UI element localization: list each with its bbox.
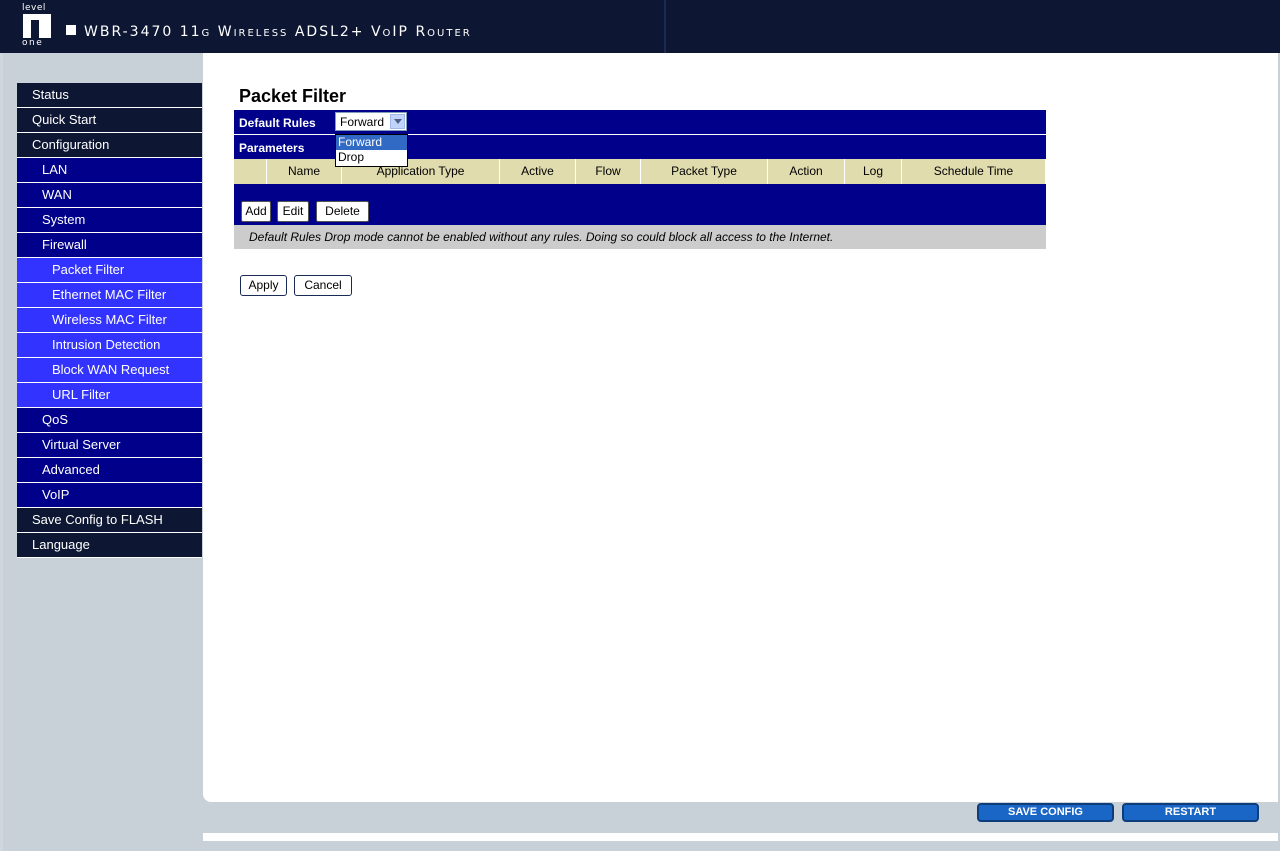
sidebar-item-system[interactable]: System <box>17 208 202 233</box>
default-rules-select[interactable]: Forward <box>335 112 407 131</box>
page-title: Packet Filter <box>239 86 347 106</box>
cancel-button[interactable]: Cancel <box>294 275 352 296</box>
apply-button[interactable]: Apply <box>240 275 287 296</box>
sidebar-item-intrusion-detection[interactable]: Intrusion Detection <box>17 333 202 358</box>
drop-mode-note: Default Rules Drop mode cannot be enable… <box>234 225 1046 249</box>
default-rules-dropdown-list: Forward Drop <box>335 134 408 167</box>
header: level one WBR-3470 11g Wireless ADSL2+ V… <box>0 0 1280 53</box>
column-header-flow: Flow <box>576 159 641 184</box>
sidebar-item-ethernet-mac-filter[interactable]: Ethernet MAC Filter <box>17 283 202 308</box>
column-header-action: Action <box>768 159 845 184</box>
default-rules-value: Forward <box>340 115 385 129</box>
chevron-down-icon[interactable] <box>390 114 405 129</box>
sidebar-item-url-filter[interactable]: URL Filter <box>17 383 202 408</box>
column-header-schedule-time: Schedule Time <box>902 159 1046 184</box>
footer-bar <box>203 833 1278 841</box>
column-header-select <box>234 159 267 184</box>
sidebar-item-packet-filter[interactable]: Packet Filter <box>17 258 202 283</box>
sidebar-item-status[interactable]: Status <box>17 83 202 108</box>
parameters-label: Parameters <box>239 141 305 155</box>
column-header-packet-type: Packet Type <box>641 159 768 184</box>
sidebar-item-configuration[interactable]: Configuration <box>17 133 202 158</box>
sidebar-item-wan[interactable]: WAN <box>17 183 202 208</box>
product-title: WBR-3470 11g Wireless ADSL2+ VoIP Router <box>66 24 472 40</box>
default-rules-label: Default Rules <box>239 116 316 130</box>
left-strip <box>0 53 3 851</box>
sidebar-item-quick-start[interactable]: Quick Start <box>17 108 202 133</box>
column-header-name: Name <box>267 159 342 184</box>
actions-row: Add Edit Delete <box>234 184 1046 225</box>
levelone-logo: level one <box>20 3 56 48</box>
column-header-log: Log <box>845 159 902 184</box>
logo-level-text: level <box>22 3 46 13</box>
sidebar-item-wireless-mac-filter[interactable]: Wireless MAC Filter <box>17 308 202 333</box>
default-rules-row: Default Rules Forward <box>234 110 1046 135</box>
sidebar-item-save-config-to-flash[interactable]: Save Config to FLASH <box>17 508 202 533</box>
column-header-active: Active <box>500 159 576 184</box>
add-button[interactable]: Add <box>241 201 271 222</box>
dropdown-option-drop[interactable]: Drop <box>336 150 407 165</box>
dropdown-option-forward[interactable]: Forward <box>336 135 407 150</box>
sidebar-item-language[interactable]: Language <box>17 533 202 558</box>
header-divider <box>664 0 666 53</box>
restart-button[interactable]: RESTART <box>1122 803 1259 822</box>
sidebar-item-lan[interactable]: LAN <box>17 158 202 183</box>
sidebar-item-voip[interactable]: VoIP <box>17 483 202 508</box>
sidebar-item-virtual-server[interactable]: Virtual Server <box>17 433 202 458</box>
product-title-text: WBR-3470 11g Wireless ADSL2+ VoIP Router <box>84 24 472 40</box>
sidebar-item-block-wan-request[interactable]: Block WAN Request <box>17 358 202 383</box>
logo-mark-icon <box>23 14 51 38</box>
sidebar-item-advanced[interactable]: Advanced <box>17 458 202 483</box>
edit-button[interactable]: Edit <box>277 201 309 222</box>
logo-one-text: one <box>22 38 44 48</box>
save-config-button[interactable]: SAVE CONFIG <box>977 803 1114 822</box>
packet-filter-table: Default Rules Forward Parameters Name App… <box>234 110 1046 249</box>
sidebar-item-qos[interactable]: QoS <box>17 408 202 433</box>
square-bullet-icon <box>66 25 76 35</box>
delete-button[interactable]: Delete <box>316 201 369 222</box>
sidebar-item-firewall[interactable]: Firewall <box>17 233 202 258</box>
sidebar-menu: Status Quick Start Configuration LAN WAN Syst… <box>17 83 202 558</box>
